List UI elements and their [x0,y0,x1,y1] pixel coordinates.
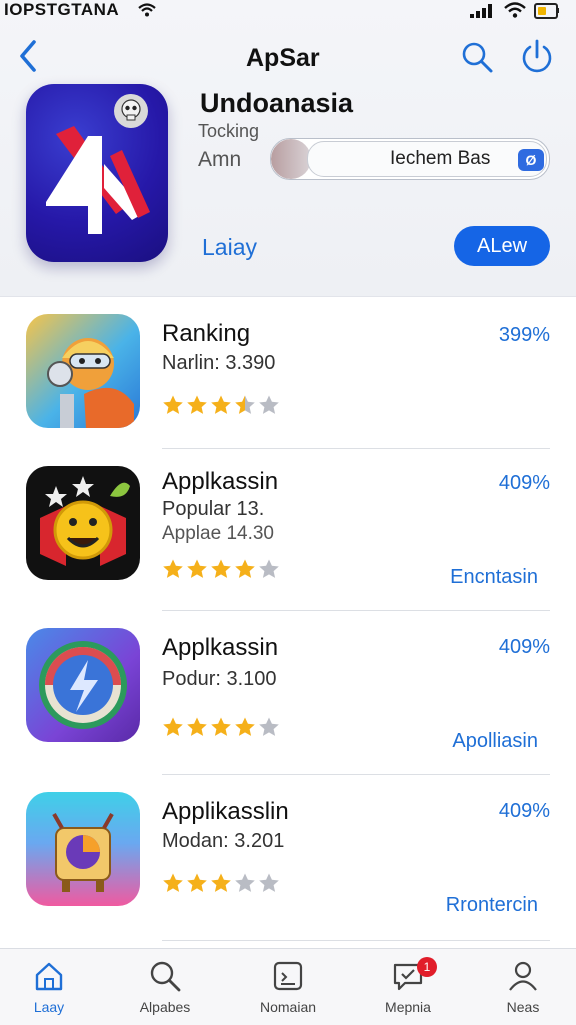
tab-label: Alpabes [139,999,191,1015]
row-title: Ranking [162,320,251,347]
row-subtitle: Popular 13. [162,498,265,520]
star-rating [162,558,280,580]
star-icon [211,717,231,736]
featured-app-subtitle: Tocking [198,121,260,141]
star-icon [259,873,279,892]
wifi-icon [504,2,526,18]
star-icon [259,559,279,578]
star-rating [162,716,280,738]
skull-icon [114,94,148,128]
wifi-icon [138,3,156,17]
star-icon [211,559,231,578]
hero-link[interactable]: Laiay [202,234,257,261]
signal-icon [470,4,492,18]
row-percent: 409% [498,636,550,658]
search-icon[interactable] [460,40,494,74]
star-icon [187,559,207,578]
featured-app-subtitle-2: Amn [198,148,242,171]
tab-label: Mepnia [385,999,431,1015]
battery-icon [534,3,558,19]
get-button[interactable]: ALew [454,226,550,266]
toggle-track: Iechem Bas Ø [307,141,547,177]
row-subtitle: Podur: 3.100 [162,668,277,690]
row-subtitle: Modan: 3.201 [162,830,285,852]
tab-home[interactable]: Laay [0,949,104,1025]
star-rating [162,394,280,416]
toggle-label: Iechem Bas [390,148,491,169]
tab-bar: Laay Alpabes Nomaian 1 Mepnia Neas [0,948,576,1025]
star-icon [235,873,255,892]
search-icon [150,961,181,992]
star-icon [235,395,255,414]
divider [162,610,550,611]
toggle-knob[interactable] [271,139,311,179]
tab-inbox[interactable]: Nomaian [233,949,343,1025]
row-action-link[interactable]: Apolliasin [452,730,538,753]
list-item[interactable]: Applkassin Popular 13. Applae 14.30 409%… [0,452,576,602]
segmented-toggle[interactable]: Iechem Bas Ø [270,138,550,180]
status-bar: IOPSTGTANA [0,0,576,24]
row-title: Applikasslin [162,798,289,825]
featured-app-icon[interactable] [26,84,168,262]
star-icon [235,717,255,736]
row-percent: 409% [498,472,550,494]
star-icon [163,559,183,578]
app-icon-applkassin [26,466,140,580]
app-icon-applikasslin [26,792,140,906]
featured-app-name: Undoanasia [200,88,354,118]
row-subtitle: Narlin: 3.390 [162,352,276,374]
star-icon [259,395,279,414]
home-icon [35,962,63,991]
tab-label: Neas [506,999,540,1015]
star-icon [163,395,183,414]
page-title: ApSar [246,44,320,72]
star-icon [187,395,207,414]
battery-cap [557,8,559,13]
divider [162,448,550,449]
app-icon-applkassin-2 [26,628,140,742]
back-button[interactable] [14,38,44,74]
tab-label: Laay [33,999,65,1015]
carrier-label: IOPSTGTANA [4,0,120,19]
toggle-badge: Ø [518,149,544,171]
row-action-link[interactable]: Encntasin [450,566,538,589]
tab-profile[interactable]: Neas [468,949,576,1025]
tab-search[interactable]: Alpabes [110,949,220,1025]
star-icon [211,395,231,414]
star-icon [211,873,231,892]
inbox-icon [273,961,303,991]
row-action-link[interactable]: Rrontercin [446,894,538,917]
person-icon [509,961,537,991]
star-icon [187,717,207,736]
divider [162,940,550,941]
notification-badge: 1 [417,957,437,977]
row-title: Applkassin [162,468,279,495]
tab-label: Nomaian [259,999,317,1015]
star-rating [162,872,280,894]
tab-messages[interactable]: 1 Mepnia [353,949,463,1025]
app-icon-ranking [26,314,140,428]
row-percent: 409% [498,800,550,822]
row-detail: Applae 14.30 [162,523,274,544]
divider [162,774,550,775]
star-icon [163,873,183,892]
row-percent: 399% [498,324,550,346]
star-icon [163,717,183,736]
list-item[interactable]: Applikasslin Modan: 3.201 409% Rronterci… [0,778,576,928]
star-icon [259,717,279,736]
list-item[interactable]: Applkassin Podur: 3.100 409% Apolliasin [0,614,576,764]
star-icon [187,873,207,892]
star-icon [235,559,255,578]
power-icon[interactable] [520,38,554,76]
list-item[interactable]: Ranking Narlin: 3.390 399% [0,300,576,450]
row-title: Applkassin [162,634,279,661]
